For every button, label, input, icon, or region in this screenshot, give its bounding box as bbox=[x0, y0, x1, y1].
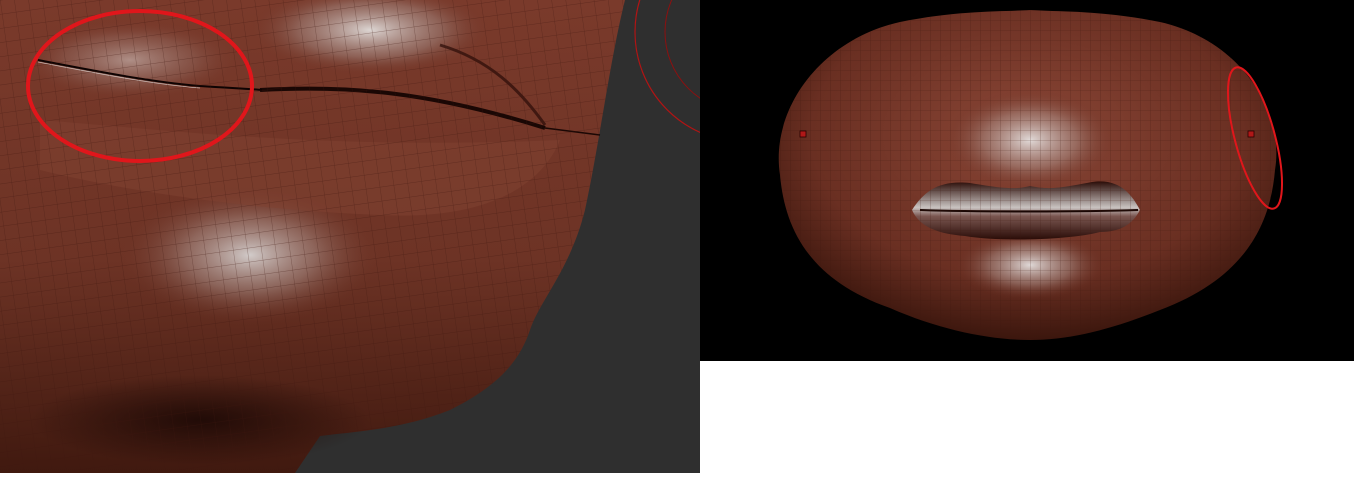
selection-point-right[interactable] bbox=[1247, 130, 1255, 138]
right-viewport bbox=[700, 0, 1354, 361]
mesh-wireframe bbox=[0, 0, 625, 473]
brush-cursor-inner bbox=[664, 0, 700, 99]
right-mesh-render bbox=[778, 10, 1284, 340]
selection-point-left[interactable] bbox=[799, 130, 807, 138]
blank-area bbox=[700, 361, 1356, 485]
left-viewport bbox=[0, 0, 700, 473]
mesh-wireframe-right bbox=[778, 10, 1277, 340]
brush-cursor-outer bbox=[634, 0, 700, 134]
left-mesh-render bbox=[0, 0, 700, 473]
